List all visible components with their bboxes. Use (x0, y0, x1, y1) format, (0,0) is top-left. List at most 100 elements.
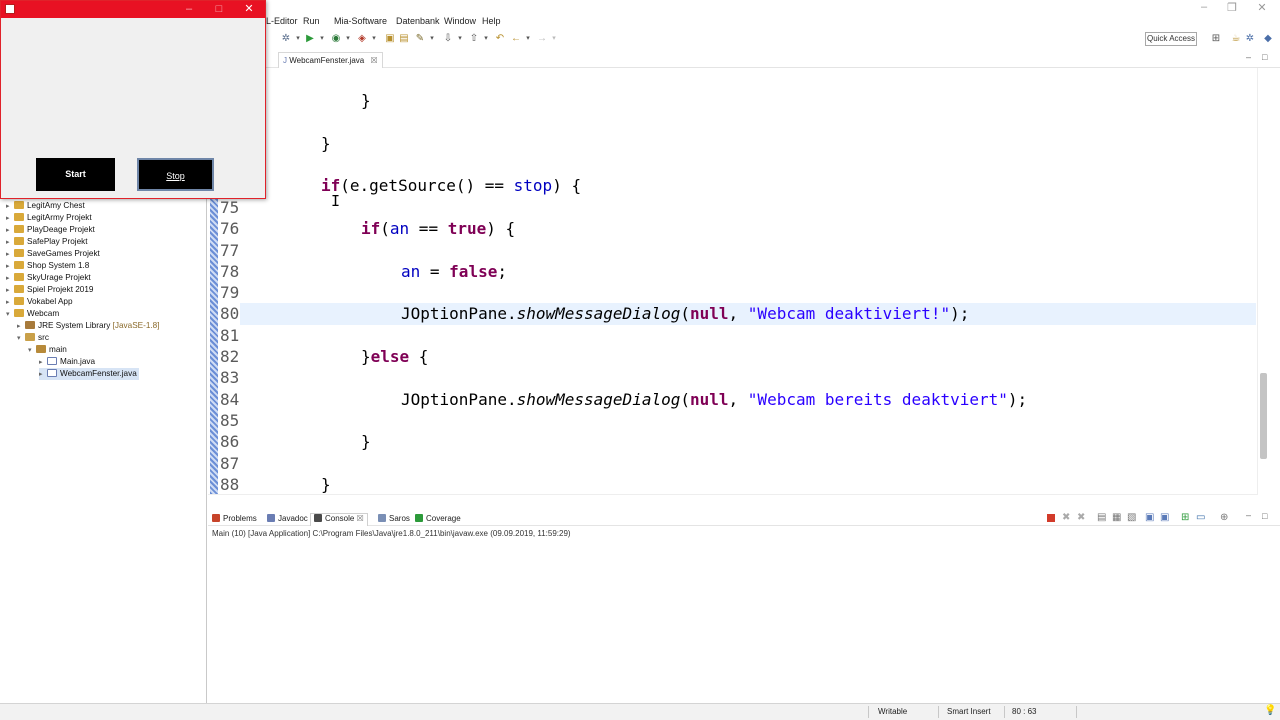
console-output[interactable] (208, 540, 1268, 690)
menu-editor[interactable]: L-Editor (266, 16, 298, 26)
tree-item-selected[interactable]: ▸ WebcamFenster.java (39, 368, 139, 380)
menu-help[interactable]: Help (482, 16, 501, 26)
stop-button[interactable]: Stop (137, 158, 214, 191)
line-number: 83 (220, 368, 240, 387)
chevron-down-icon[interactable]: ▾ (28, 345, 36, 357)
scroll-thumb[interactable] (1260, 373, 1267, 459)
debug-perspective-icon[interactable]: ✲ (1244, 33, 1256, 45)
tab-webcamfenster[interactable]: J WebcamFenster.java ☒ (278, 52, 383, 68)
chevron-down-icon[interactable]: ▾ (342, 33, 354, 45)
tab-coverage[interactable]: Coverage (415, 514, 461, 523)
show-stderr-icon[interactable]: ▣ (1160, 512, 1169, 523)
coverage-icon[interactable]: ◉ (330, 33, 342, 45)
debug-icon[interactable]: ✲ (280, 33, 292, 45)
tree-item[interactable]: ▸ SaveGames Projekt (6, 248, 100, 260)
tree-item[interactable]: ▸ JRE System Library [JavaSE-1.8] (17, 320, 160, 332)
tree-item[interactable]: ▸ LegitAmy Chest (6, 200, 85, 212)
pin-console-icon[interactable]: ⊞ (1181, 512, 1189, 523)
chevron-down-icon[interactable]: ▾ (292, 33, 304, 45)
maximize-icon[interactable]: □ (206, 1, 232, 18)
maximize-editor-icon[interactable]: □ (1262, 52, 1267, 62)
tab-saros[interactable]: Saros (378, 514, 410, 523)
external-tools-icon[interactable]: ◈ (356, 33, 368, 45)
status-divider (938, 706, 939, 718)
minimize-icon[interactable]: – (1194, 1, 1214, 13)
tip-icon[interactable]: 💡 (1264, 705, 1276, 716)
quick-access-field[interactable]: Quick Access (1145, 32, 1197, 46)
tree-item[interactable]: ▸ LegitArmy Projekt (6, 212, 92, 224)
tab-console[interactable]: Console ☒ (310, 513, 368, 526)
editor-vertical-scrollbar[interactable] (1257, 68, 1268, 494)
remove-all-icon[interactable]: ✖ (1077, 512, 1085, 523)
minimize-editor-icon[interactable]: – (1246, 52, 1251, 62)
chevron-down-icon[interactable]: ▾ (316, 33, 328, 45)
remove-launch-icon[interactable]: ✖ (1062, 512, 1070, 523)
open-console-icon[interactable]: ⊕ (1220, 512, 1228, 523)
scroll-lock-icon[interactable]: ▦ (1112, 512, 1121, 523)
close-tab-icon[interactable]: ☒ (357, 514, 364, 523)
tab-problems[interactable]: Problems (212, 514, 257, 523)
project-icon (14, 285, 24, 293)
tree-item[interactable]: ▾ main (28, 344, 67, 356)
tree-label: SaveGames Projekt (27, 249, 100, 258)
java-perspective-icon[interactable]: ☕ (1230, 33, 1242, 45)
chevron-down-icon[interactable]: ▾ (522, 33, 534, 45)
open-folder-icon[interactable]: ▤ (398, 33, 410, 45)
tree-label: SkyUrage Projekt (27, 273, 91, 282)
chevron-down-icon[interactable]: ▾ (426, 33, 438, 45)
forward-icon[interactable]: → (536, 33, 548, 45)
minimize-panel-icon[interactable]: – (1246, 510, 1251, 520)
show-stdout-icon[interactable]: ▣ (1145, 512, 1154, 523)
start-button[interactable]: Start (36, 158, 115, 191)
git-perspective-icon[interactable]: ◆ (1262, 33, 1274, 45)
open-perspective-icon[interactable]: ⊞ (1210, 33, 1222, 45)
clear-console-icon[interactable]: ▤ (1097, 512, 1106, 523)
maximize-panel-icon[interactable]: □ (1262, 511, 1267, 521)
editor-horizontal-scrollbar[interactable] (208, 494, 1258, 502)
menu-datenbank[interactable]: Datenbank (396, 16, 440, 26)
close-icon[interactable]: ✕ (1252, 1, 1272, 14)
tree-item[interactable]: ▸ Shop System 1.8 (6, 260, 89, 272)
chevron-right-icon[interactable]: ▸ (39, 369, 47, 381)
chevron-down-icon[interactable]: ▾ (368, 33, 380, 45)
chevron-down-icon[interactable]: ▾ (6, 309, 14, 321)
chevron-down-icon[interactable]: ▾ (454, 33, 466, 45)
back-icon[interactable]: ← (510, 33, 522, 45)
pen-icon[interactable]: ✎ (414, 33, 426, 45)
menu-mia-software[interactable]: Mia-Software (334, 16, 387, 26)
close-tab-icon[interactable]: ☒ (370, 56, 377, 65)
new-package-icon[interactable]: ▣ (384, 33, 396, 45)
menu-window[interactable]: Window (444, 16, 476, 26)
tree-item[interactable]: ▸ SkyUrage Projekt (6, 272, 91, 284)
last-edit-icon[interactable]: ↶ (494, 33, 506, 45)
status-divider (868, 706, 869, 718)
project-icon (14, 213, 24, 221)
code-text: JOptionPane.showMessageDialog(null, "Web… (401, 304, 970, 323)
chevron-down-icon[interactable]: ▾ (17, 333, 25, 345)
tree-label: Shop System 1.8 (27, 261, 90, 270)
tree-item[interactable]: ▸ Spiel Projekt 2019 (6, 284, 93, 296)
word-wrap-icon[interactable]: ▧ (1127, 512, 1136, 523)
minimize-icon[interactable]: – (176, 1, 202, 18)
restore-icon[interactable]: ❐ (1222, 1, 1242, 14)
display-console-icon[interactable]: ▭ (1196, 512, 1205, 523)
tab-javadoc[interactable]: Javadoc (267, 514, 308, 523)
tree-item[interactable]: ▾ src (17, 332, 49, 344)
close-icon[interactable]: ✕ (236, 1, 262, 18)
previous-annotation-icon[interactable]: ⇧ (468, 33, 480, 45)
line-number: 82 (220, 347, 240, 366)
next-annotation-icon[interactable]: ⇩ (442, 33, 454, 45)
code-text: if(e.getSource() == stop) { (321, 176, 582, 195)
tree-item[interactable]: ▸ PlayDeage Projekt (6, 224, 95, 236)
terminate-icon[interactable] (1047, 514, 1055, 522)
swing-title-bar[interactable]: – □ ✕ (1, 1, 265, 18)
chevron-down-icon[interactable]: ▾ (548, 33, 560, 45)
code-editor[interactable]: 75 76 77 78 79 80 81 82 83 84 85 86 87 8… (208, 68, 1266, 494)
run-icon[interactable]: ▶ (304, 33, 316, 45)
chevron-down-icon[interactable]: ▾ (480, 33, 492, 45)
tree-item[interactable]: ▸ Main.java (39, 356, 95, 368)
menu-run[interactable]: Run (303, 16, 320, 26)
tree-item[interactable]: ▸ SafePlay Projekt (6, 236, 88, 248)
tree-item[interactable]: ▾ Webcam (6, 308, 59, 320)
tree-item[interactable]: ▸ Vokabel App (6, 296, 73, 308)
